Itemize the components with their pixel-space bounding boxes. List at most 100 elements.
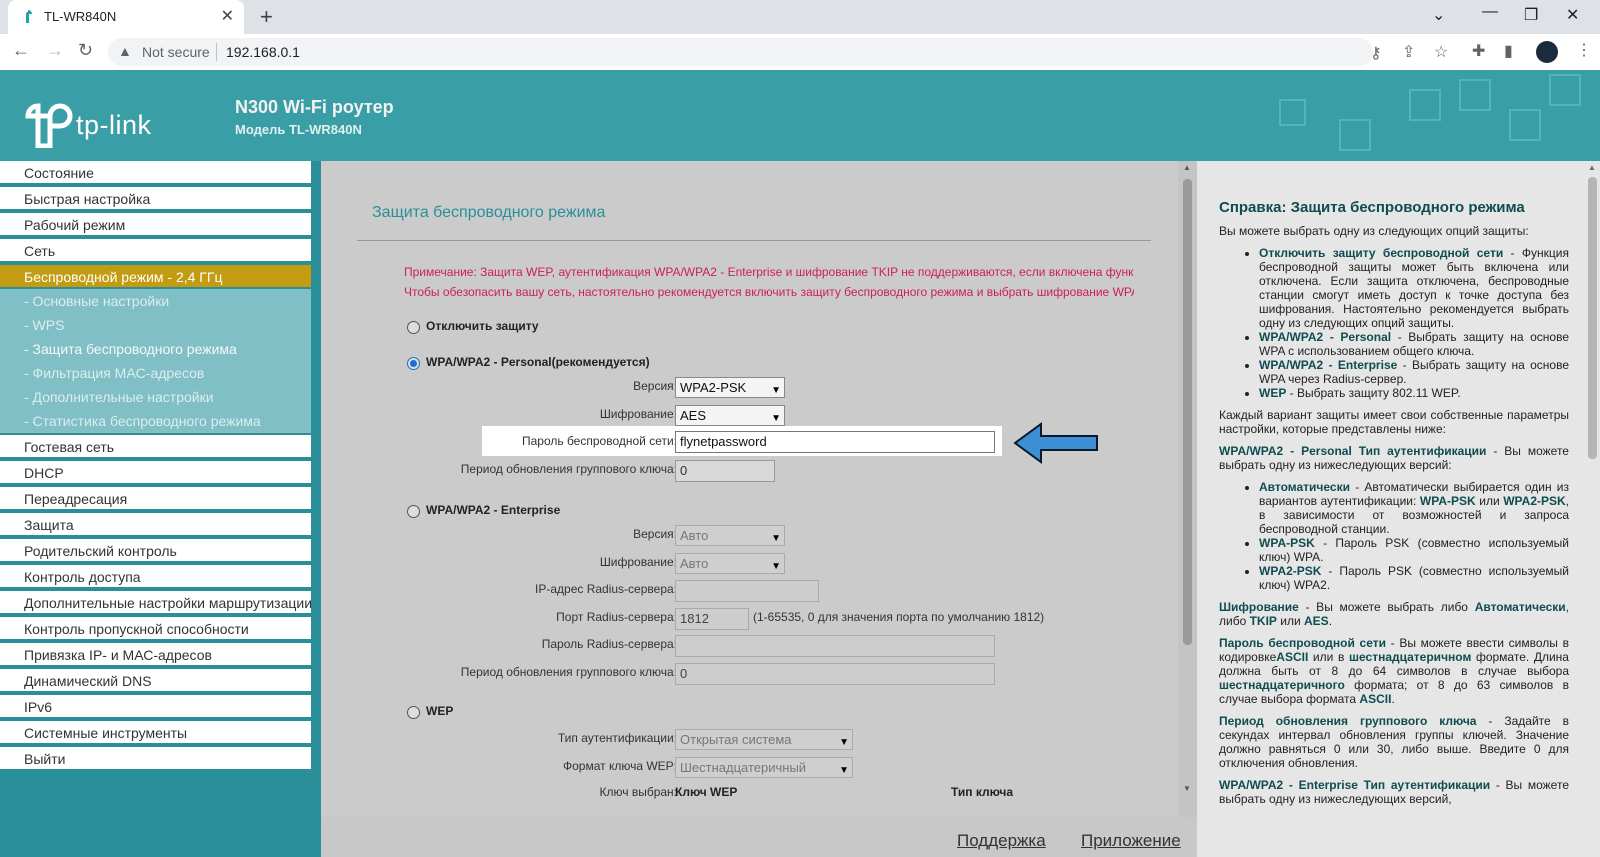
scroll-down-icon[interactable]: ▼	[1183, 784, 1191, 793]
wep-format-value: Шестнадцатеричный	[680, 760, 807, 775]
sidebar-item-logout[interactable]: Выйти	[0, 747, 311, 771]
sidebar-sub-advanced[interactable]: - Дополнительные настройки	[0, 385, 311, 409]
sidebar-item-ip-mac-binding[interactable]: Привязка IP- и МАС-адресов	[0, 643, 311, 667]
scroll-up-icon[interactable]: ▲	[1183, 163, 1191, 172]
security-label: Not secure	[142, 44, 210, 60]
tplink-logo: tp-link	[24, 98, 184, 148]
close-window-button[interactable]: ✕	[1566, 5, 1579, 25]
tab-search-icon[interactable]: ⌄	[1432, 5, 1445, 25]
sidebar-sub-basic[interactable]: - Основные настройки	[0, 289, 311, 313]
sidebar-item-status[interactable]: Состояние	[0, 161, 311, 185]
enterprise-encryption-select[interactable]: Авто ▼	[675, 553, 785, 574]
list-item: WEP - Выбрать защиту 802.11 WEP.	[1259, 386, 1569, 400]
browser-chrome: TL-WR840N ✕ + ⌄ — ❐ ✕ ← → ↻ ▲ Not secure…	[0, 0, 1600, 70]
app-link[interactable]: Приложение	[1081, 831, 1181, 851]
sidebar-nav: Состояние Быстрая настройка Рабочий режи…	[0, 161, 321, 857]
chevron-down-icon: ▼	[771, 561, 781, 572]
personal-encryption-value: AES	[680, 408, 707, 423]
restore-button[interactable]: ❐	[1524, 5, 1538, 25]
enterprise-encryption-label: Шифрование:	[599, 555, 677, 569]
url-text: 192.168.0.1	[226, 44, 300, 60]
support-link[interactable]: Поддержка	[957, 831, 1046, 851]
radio-wpa-enterprise[interactable]	[407, 505, 420, 518]
scrollbar-thumb[interactable]	[1588, 177, 1597, 459]
arrow-left-icon	[1013, 422, 1098, 464]
minimize-button[interactable]: —	[1482, 3, 1498, 21]
radio-wpa-enterprise-label: WPA/WPA2 - Enterprise	[426, 503, 561, 517]
product-name: N300 Wi-Fi роутер	[235, 97, 394, 117]
sidebar-item-operation-mode[interactable]: Рабочий режим	[0, 213, 311, 237]
sidebar-sub-statistics[interactable]: - Статистика беспроводного режима	[0, 409, 311, 433]
sidebar-item-wireless[interactable]: Беспроводной режим - 2,4 ГГц	[0, 265, 311, 289]
browser-tab[interactable]: TL-WR840N ✕	[8, 0, 244, 34]
list-item: WPA/WPA2 - Enterprise - Выбрать защиту н…	[1259, 358, 1569, 386]
bookmark-star-icon[interactable]: ☆	[1434, 42, 1448, 62]
wep-key-selected-label: Ключ выбран:	[599, 785, 678, 799]
share-icon[interactable]: ⇪	[1402, 42, 1415, 62]
radio-wpa-personal[interactable]	[407, 357, 420, 370]
wep-format-select[interactable]: Шестнадцатеричный ▼	[675, 757, 853, 778]
personal-password-input[interactable]: flynetpassword	[675, 431, 995, 453]
close-tab-icon[interactable]: ✕	[221, 6, 234, 26]
title-divider	[357, 240, 1151, 241]
radio-disable-label: Отключить защиту	[426, 319, 539, 333]
wep-auth-select[interactable]: Открытая система ▼	[675, 729, 853, 750]
extensions-icon[interactable]: ✚	[1472, 41, 1485, 61]
sidebar-item-access-control[interactable]: Контроль доступа	[0, 565, 311, 589]
radio-wep-label: WEP	[426, 704, 454, 718]
reload-icon[interactable]: ↻	[78, 40, 93, 61]
new-tab-button[interactable]: +	[260, 4, 273, 30]
list-item: WPA/WPA2 - Personal - Выбрать защиту на …	[1259, 330, 1569, 358]
scrollbar-thumb[interactable]	[1183, 179, 1192, 645]
help-panel: Справка: Защита беспроводного режима Вы …	[1197, 161, 1585, 857]
back-icon[interactable]: ←	[12, 40, 30, 61]
main-panel: Защита беспроводного режима Примечание: …	[321, 161, 1197, 857]
personal-encryption-select[interactable]: AES ▼	[675, 405, 785, 426]
help-personal: WPA/WPA2 - Personal Тип аутентификации -…	[1219, 444, 1569, 472]
radio-disable[interactable]	[407, 321, 420, 334]
sidebar-item-guest[interactable]: Гостевая сеть	[0, 435, 311, 459]
profile-avatar[interactable]	[1536, 41, 1558, 63]
sidebar-item-dhcp[interactable]: DHCP	[0, 461, 311, 485]
radius-password-input[interactable]	[675, 635, 995, 657]
sidebar-sub-mac-filter[interactable]: - Фильтрация MAC-адресов	[0, 361, 311, 385]
radius-password-label: Пароль Radius-сервера:	[541, 637, 677, 651]
sidebar-sub-wps[interactable]: - WPS	[0, 313, 311, 337]
sidebar-item-network[interactable]: Сеть	[0, 239, 311, 263]
help-password: Пароль беспроводной сети - Вы можете вве…	[1219, 636, 1569, 706]
sidebar-item-parental[interactable]: Родительский контроль	[0, 539, 311, 563]
product-model: Модель TL-WR840N	[235, 122, 362, 137]
sidebar-item-bandwidth[interactable]: Контроль пропускной способности	[0, 617, 311, 641]
sidebar-item-system-tools[interactable]: Системные инструменты	[0, 721, 311, 745]
enterprise-version-value: Авто	[680, 528, 709, 543]
enterprise-version-select[interactable]: Авто ▼	[675, 525, 785, 546]
menu-icon[interactable]: ⋮	[1576, 40, 1592, 60]
content-scrollbar[interactable]: ▲ ▼	[1178, 161, 1197, 817]
radius-ip-input[interactable]	[675, 580, 819, 602]
radio-wep[interactable]	[407, 706, 420, 719]
personal-version-value: WPA2-PSK	[680, 380, 747, 395]
sidebar-item-security[interactable]: Защита	[0, 513, 311, 537]
sidebar-item-quick-setup[interactable]: Быстрая настройка	[0, 187, 311, 211]
sidebar-sub-security[interactable]: - Защита беспроводного режима	[0, 337, 311, 361]
scroll-up-icon[interactable]: ▲	[1588, 163, 1596, 172]
personal-group-key-input[interactable]: 0	[675, 460, 775, 482]
enterprise-group-key-input[interactable]: 0	[675, 663, 995, 685]
sidebar-item-forwarding[interactable]: Переадресация	[0, 487, 311, 511]
wep-col-key: Ключ WEP	[675, 785, 738, 799]
settings-content: Защита беспроводного режима Примечание: …	[321, 161, 1178, 817]
sidebar-item-ddns[interactable]: Динамический DNS	[0, 669, 311, 693]
side-panel-icon[interactable]: ▮	[1504, 41, 1513, 61]
sidebar-item-routing[interactable]: Дополнительные настройки маршрутизации	[0, 591, 311, 615]
router-header: tp-link N300 Wi-Fi роутер Модель TL-WR84…	[0, 70, 1600, 161]
help-options-list: Отключить защиту беспроводной сети - Фун…	[1259, 246, 1569, 400]
note-line-2: Чтобы обезопасить вашу сеть, настоятельн…	[404, 285, 1134, 299]
personal-password-label: Пароль беспроводной сети:	[521, 434, 677, 448]
address-bar[interactable]: ▲ Not secure 192.168.0.1 ⚷ ⇪ ☆	[108, 38, 1448, 66]
personal-version-select[interactable]: WPA2-PSK ▼	[675, 377, 785, 398]
radius-port-input[interactable]: 1812	[675, 608, 749, 630]
forward-icon[interactable]: →	[46, 40, 64, 61]
sidebar-item-ipv6[interactable]: IPv6	[0, 695, 311, 719]
key-icon[interactable]: ⚷	[1370, 43, 1382, 63]
help-scrollbar[interactable]: ▲	[1585, 161, 1600, 857]
